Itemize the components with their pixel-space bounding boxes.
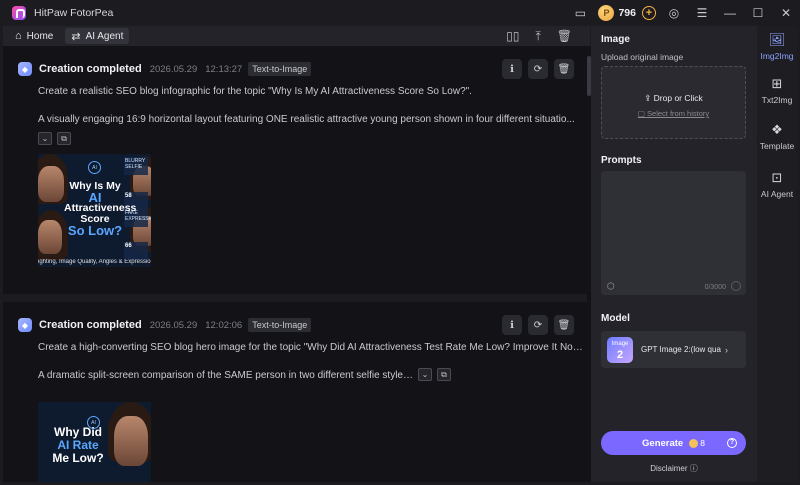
rail-item-template[interactable]: ❖ Template	[757, 122, 797, 151]
prompt-line-1: Create a realistic SEO blog infographic …	[38, 86, 472, 97]
generate-label: Generate	[642, 437, 684, 449]
generate-cost: 8	[700, 438, 705, 448]
info-button[interactable]: ℹ	[502, 59, 522, 79]
select-history-link[interactable]: ▢ Select from history	[602, 109, 745, 118]
regenerate-button[interactable]: ⟳	[528, 59, 548, 79]
expand-chevron-icon[interactable]: ⌄	[418, 368, 432, 381]
message-icon[interactable]: ▭	[566, 0, 594, 26]
upload-main-text: ⇪ Drop or Click	[644, 93, 703, 103]
user-avatar-icon[interactable]: ◎	[660, 0, 688, 26]
creation-card: ◆ Creation completed 2026.05.29 12:13:27…	[3, 46, 590, 294]
app-title: HitPaw FotorPea	[34, 7, 114, 19]
upload-dropzone[interactable]: ⇪ Drop or Click ▢ Select from history	[601, 66, 746, 139]
image-headline: Why Is My AI Attractiveness Score So Low…	[64, 180, 137, 238]
card-date: 2026.05.29	[149, 63, 198, 75]
template-icon: ❖	[771, 122, 783, 137]
coin-balance[interactable]: P 796 +	[598, 4, 656, 22]
book-icon[interactable]: ▯▯	[506, 29, 519, 43]
disclaimer-link[interactable]: Disclaimer ⓘ	[591, 463, 757, 474]
card-time: 12:13:27	[205, 63, 243, 75]
card-time: 12:02:06	[205, 319, 243, 331]
prompt-line-2: A dramatic split-screen comparison of th…	[38, 370, 416, 381]
upload-icon: ⇪	[644, 93, 654, 103]
agent-icon: ⊡	[771, 170, 783, 185]
card-tag: Text-to-Image	[248, 318, 312, 332]
prompt-send-icon[interactable]	[731, 281, 741, 291]
maximize-icon[interactable]: ☐	[744, 0, 772, 26]
prompt-input[interactable]: ⬡ 0/3000	[601, 171, 746, 295]
image-side-box: 66	[124, 242, 148, 260]
swap-icon: ⇄	[71, 30, 81, 43]
image-ai-badge: AI	[88, 161, 101, 174]
card-date: 2026.05.29	[149, 319, 198, 331]
app-logo-icon	[12, 6, 26, 20]
main-toolbar: ⌂ Home ⇄ AI Agent ▯▯ ⤒ 🗑	[3, 26, 590, 46]
image-icon: 🖼	[768, 32, 786, 47]
rail-item-txt2img[interactable]: ⊞ Txt2Img	[757, 76, 797, 105]
rail-item-img2img[interactable]: 🖼 Img2Img	[757, 32, 797, 61]
menu-icon[interactable]: ☰	[688, 0, 716, 26]
rail-item-ai-agent[interactable]: ⊡ AI Agent	[757, 170, 797, 199]
generate-button[interactable]: Generate 8 ?	[601, 431, 746, 455]
generated-image[interactable]: AI BLURRY SELFIE 58 FAKE EXPRESSION 66 W…	[38, 154, 151, 267]
home-icon: ⌂	[15, 30, 22, 42]
model-icon: Image 2	[607, 336, 633, 363]
copy-icon[interactable]: ⧉	[437, 368, 451, 381]
delete-button[interactable]: 🗑	[554, 315, 574, 335]
help-icon[interactable]: ?	[727, 438, 737, 448]
coin-icon: P	[598, 5, 615, 21]
minimize-icon[interactable]: —	[716, 0, 744, 26]
regenerate-button[interactable]: ⟳	[528, 315, 548, 335]
agent-avatar-icon: ◆	[18, 318, 32, 332]
card-divider	[3, 294, 590, 302]
trash-icon[interactable]: 🗑	[557, 29, 572, 43]
image-footer: ighting, Image Quality, Angles & Express…	[38, 259, 151, 265]
image-section-label: Image	[601, 34, 630, 45]
title-bar: HitPaw FotorPea ▭ P 796 + ◎ ☰ — ☐ ✕	[0, 0, 800, 26]
card-tag: Text-to-Image	[248, 62, 312, 76]
copy-icon[interactable]: ⧉	[57, 132, 71, 145]
cube-icon[interactable]: ⬡	[607, 281, 615, 292]
image-side-box: BLURRY SELFIE	[124, 157, 148, 175]
model-section-label: Model	[601, 313, 630, 324]
home-label: Home	[26, 30, 54, 42]
creation-feed[interactable]: ◆ Creation completed 2026.05.29 12:13:27…	[3, 46, 590, 482]
expand-chevron-icon[interactable]: ⌄	[38, 132, 52, 145]
history-icon: ▢	[637, 109, 648, 118]
home-button[interactable]: ⌂ Home	[9, 28, 59, 44]
prompt-line-2: A visually engaging 16:9 horizontal layo…	[38, 114, 575, 125]
image-headline: Why Did AI Rate Me Low?	[52, 425, 104, 465]
card-title: Creation completed	[39, 63, 142, 75]
ai-agent-label: AI Agent	[85, 30, 124, 42]
agent-avatar-icon: ◆	[18, 62, 32, 76]
mode-rail: 🖼 Img2Img ⊞ Txt2Img ❖ Template ⊡ AI Agen…	[757, 26, 797, 482]
prompts-section-label: Prompts	[601, 155, 642, 166]
text-image-icon: ⊞	[771, 76, 783, 91]
generated-image[interactable]: AI Why Did AI Rate Me Low?	[38, 402, 151, 482]
chevron-right-icon: ›	[725, 344, 728, 355]
upload-top-icon[interactable]: ⤒	[535, 29, 540, 44]
model-selector[interactable]: Image 2 GPT Image 2:(low qual... ›	[601, 331, 746, 368]
model-name: GPT Image 2:(low qual...	[641, 345, 721, 354]
prompt-line-1: Create a high-converting SEO blog hero i…	[38, 342, 583, 353]
upload-sub-label: Upload original image	[601, 52, 684, 62]
info-button[interactable]: ℹ	[502, 315, 522, 335]
coin-icon	[689, 438, 699, 448]
card-title: Creation completed	[39, 319, 142, 331]
settings-panel: Image Upload original image ⇪ Drop or Cl…	[591, 26, 757, 482]
add-coins-button[interactable]: +	[642, 6, 656, 20]
close-icon[interactable]: ✕	[772, 0, 800, 26]
ai-agent-tab[interactable]: ⇄ AI Agent	[65, 28, 130, 44]
info-icon: ⓘ	[689, 464, 698, 473]
delete-button[interactable]: 🗑	[554, 59, 574, 79]
prompt-char-count: 0/3000	[704, 284, 726, 291]
coin-count: 796	[618, 7, 636, 19]
